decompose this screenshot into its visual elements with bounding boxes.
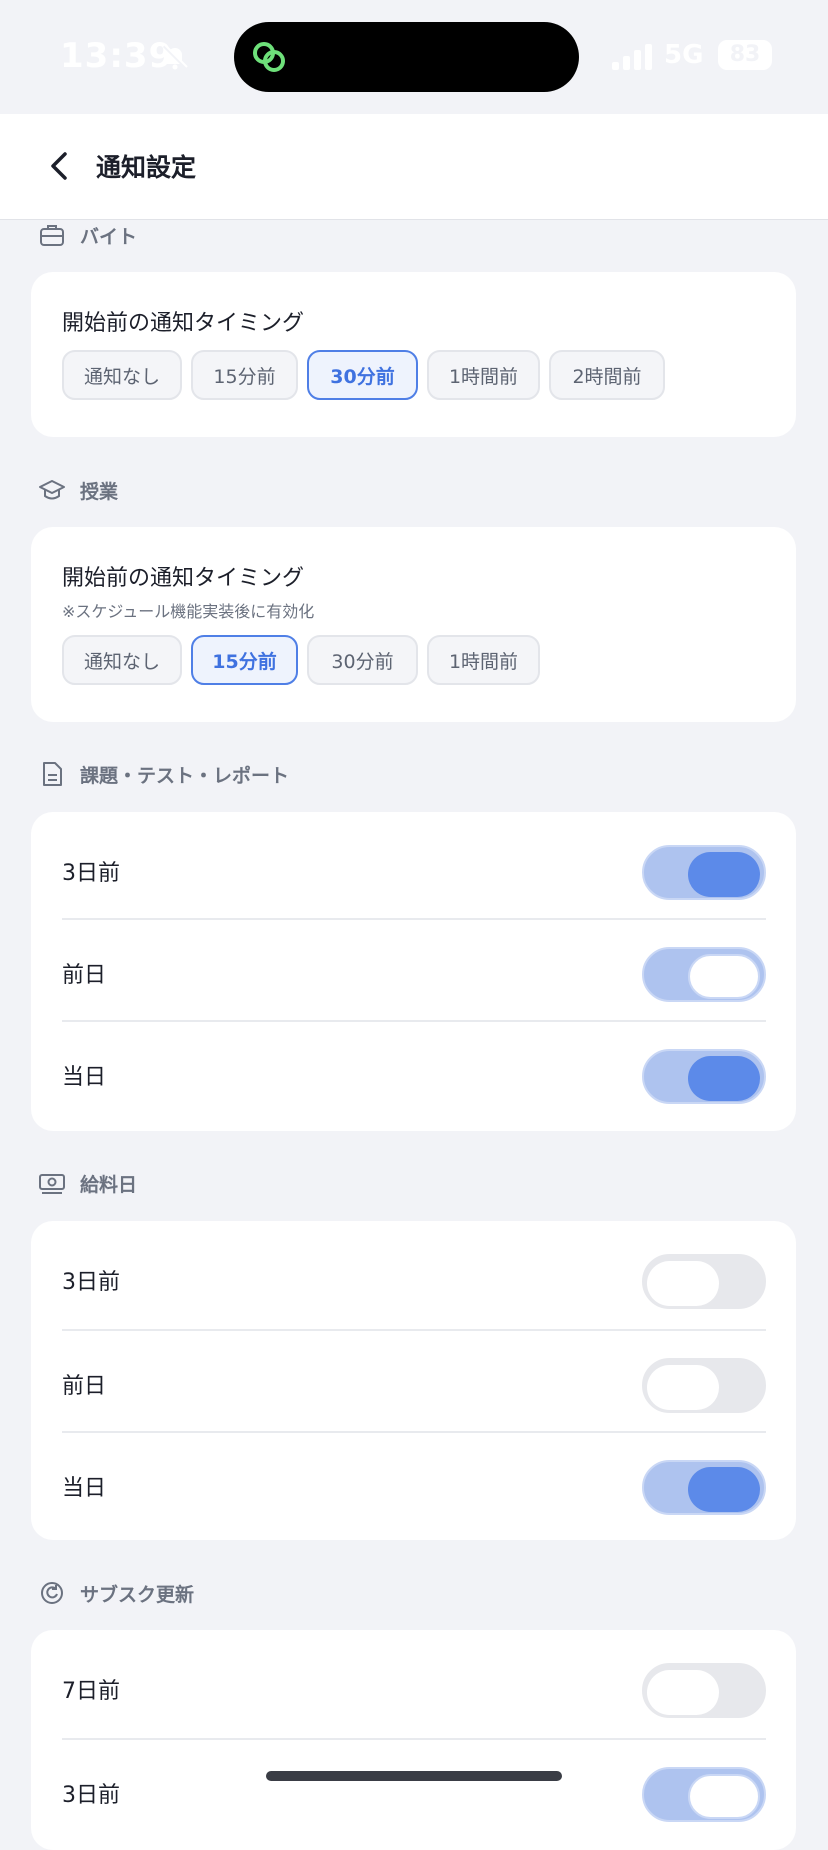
page-title: 通知設定 [96, 153, 197, 182]
toggle-row: 当日 [62, 1431, 766, 1535]
toggle-knob [688, 852, 760, 897]
toggle-row-label: 当日 [62, 1476, 107, 1501]
toggle-knob [647, 1261, 719, 1306]
option-1hour[interactable]: 1時間前 [427, 635, 540, 685]
card-title: 開始前の通知タイミング [62, 566, 305, 591]
toggle-row: 3日前 [62, 1227, 766, 1329]
toggle-row-label: 当日 [62, 1065, 107, 1090]
toggle-switch[interactable] [642, 947, 766, 1002]
home-indicator[interactable] [266, 1771, 562, 1781]
card-title: 開始前の通知タイミング [62, 311, 305, 336]
option-15min[interactable]: 15分前 [191, 350, 298, 400]
timing-options: 通知なし 15分前 30分前 1時間前 2時間前 [62, 350, 665, 400]
nav-header: 通知設定 [0, 114, 828, 220]
section-label-text: 給料日 [80, 1173, 138, 1196]
toggle-row: 3日前 [62, 818, 766, 920]
card-assignments: 3日前 前日 当日 [31, 812, 796, 1131]
bell-slash-icon [162, 44, 188, 70]
document-icon [43, 762, 62, 786]
toggle-row: 前日 [62, 918, 766, 1022]
toggle-switch[interactable] [642, 1663, 766, 1718]
dynamic-island [234, 22, 579, 92]
option-none[interactable]: 通知なし [62, 350, 182, 400]
toggle-row: 3日前 [62, 1738, 766, 1842]
timing-options: 通知なし 15分前 30分前 1時間前 [62, 635, 540, 685]
toggle-row: 7日前 [62, 1636, 766, 1738]
status-time: 13:39 [60, 36, 174, 76]
toggle-row: 前日 [62, 1329, 766, 1433]
toggle-row-label: 前日 [62, 1374, 107, 1399]
option-30min-selected[interactable]: 30分前 [307, 350, 418, 400]
toggle-row-label: 3日前 [62, 1270, 120, 1295]
section-label-text: サブスク更新 [80, 1583, 195, 1606]
card-class-timing: 開始前の通知タイミング ※スケジュール機能実装後に有効化 通知なし 15分前 3… [31, 527, 796, 722]
toggle-row-label: 7日前 [62, 1679, 120, 1704]
status-bar: 13:39 5G 83 [0, 0, 828, 114]
toggle-knob [688, 1056, 760, 1101]
section-label-subscription: サブスク更新 [38, 1578, 194, 1608]
toggle-switch[interactable] [642, 1460, 766, 1515]
toggle-knob [647, 1670, 719, 1715]
battery-indicator: 83 [718, 40, 772, 70]
toggle-knob [688, 1774, 760, 1819]
toggle-switch[interactable] [642, 845, 766, 900]
toggle-row-label: 3日前 [62, 1783, 120, 1808]
toggle-row-label: 前日 [62, 963, 107, 988]
network-type: 5G [664, 40, 704, 70]
section-label-text: 授業 [80, 480, 119, 503]
toggle-knob [688, 954, 760, 999]
toggle-knob [647, 1365, 719, 1410]
section-label-text: 課題・テスト・レポート [80, 764, 290, 787]
section-label-text: バイト [80, 225, 138, 248]
back-chevron-icon[interactable] [42, 148, 78, 184]
toggle-row-label: 3日前 [62, 861, 120, 886]
option-none[interactable]: 通知なし [62, 635, 182, 685]
refresh-icon [41, 1582, 63, 1604]
link-rings-icon [253, 42, 285, 72]
toggle-switch[interactable] [642, 1358, 766, 1413]
toggle-knob [688, 1467, 760, 1512]
toggle-switch[interactable] [642, 1049, 766, 1104]
option-1hour[interactable]: 1時間前 [427, 350, 540, 400]
section-label-payday: 給料日 [38, 1168, 137, 1198]
card-part-time-timing: 開始前の通知タイミング 通知なし 15分前 30分前 1時間前 2時間前 [31, 272, 796, 437]
briefcase-icon [40, 225, 64, 246]
card-payday: 3日前 前日 当日 [31, 1221, 796, 1540]
graduation-cap-icon [39, 480, 65, 500]
section-label-class: 授業 [38, 475, 118, 505]
signal-icon [612, 44, 652, 70]
card-note: ※スケジュール機能実装後に有効化 [62, 602, 315, 621]
option-15min-selected[interactable]: 15分前 [191, 635, 298, 685]
section-label-part-time: バイト [38, 220, 137, 250]
toggle-switch[interactable] [642, 1254, 766, 1309]
section-label-assignments: 課題・テスト・レポート [38, 759, 289, 789]
money-icon [39, 1174, 65, 1194]
option-2hours[interactable]: 2時間前 [549, 350, 665, 400]
toggle-row: 当日 [62, 1020, 766, 1124]
card-subscription: 7日前 3日前 [31, 1630, 796, 1850]
option-30min[interactable]: 30分前 [307, 635, 418, 685]
